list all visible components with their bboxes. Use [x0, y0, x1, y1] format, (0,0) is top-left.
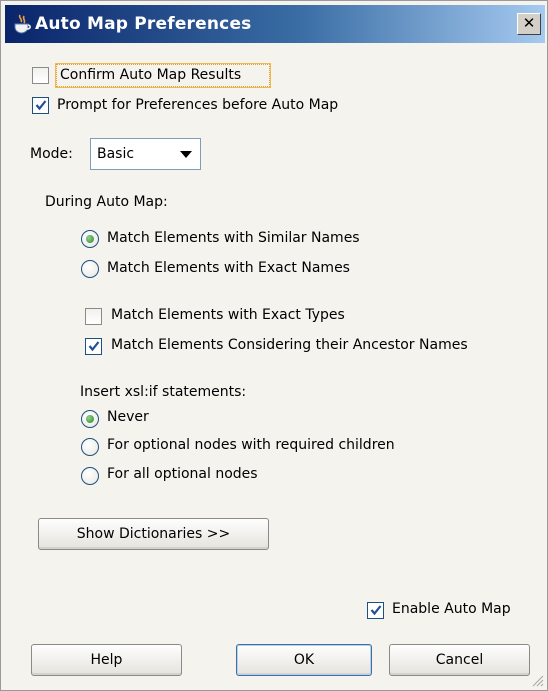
cancel-button[interactable]: Cancel	[389, 644, 530, 676]
radio-selected-dot	[86, 415, 94, 423]
checkmark-icon	[88, 341, 100, 352]
exact-names-label[interactable]: Match Elements with Exact Names	[107, 260, 350, 276]
exact-types-checkbox[interactable]	[85, 308, 102, 325]
xsl-if-heading: Insert xsl:if statements:	[80, 384, 247, 400]
show-dictionaries-button[interactable]: Show Dictionaries >>	[38, 518, 269, 550]
xsl-all-optional-radio[interactable]	[81, 467, 99, 485]
confirm-results-checkbox[interactable]	[32, 67, 49, 84]
help-button[interactable]: Help	[31, 644, 182, 676]
auto-map-preferences-dialog: Auto Map Preferences ✕ Confirm Auto Map …	[0, 0, 548, 691]
dialog-title: Auto Map Preferences	[35, 14, 252, 34]
mode-label: Mode:	[30, 146, 73, 162]
mode-select[interactable]: Basic	[90, 138, 201, 170]
ok-button[interactable]: OK	[236, 644, 372, 676]
xsl-optional-required-children-radio[interactable]	[81, 438, 99, 456]
similar-names-radio[interactable]	[81, 230, 99, 248]
close-button[interactable]: ✕	[517, 13, 541, 35]
exact-types-label[interactable]: Match Elements with Exact Types	[111, 307, 345, 323]
prompt-preferences-checkbox[interactable]	[32, 97, 49, 114]
confirm-results-label[interactable]: Confirm Auto Map Results	[60, 67, 241, 83]
similar-names-label[interactable]: Match Elements with Similar Names	[107, 230, 360, 246]
ancestor-names-label[interactable]: Match Elements Considering their Ancesto…	[111, 337, 468, 353]
enable-auto-map-label[interactable]: Enable Auto Map	[392, 601, 511, 617]
title-bar[interactable]: Auto Map Preferences ✕	[5, 5, 545, 43]
prompt-preferences-label[interactable]: Prompt for Preferences before Auto Map	[57, 97, 338, 113]
enable-auto-map-checkbox[interactable]	[367, 602, 384, 619]
checkmark-icon	[370, 605, 382, 616]
ancestor-names-checkbox[interactable]	[85, 338, 102, 355]
radio-selected-dot	[86, 235, 94, 243]
xsl-optional-required-children-label[interactable]: For optional nodes with required childre…	[107, 437, 395, 453]
close-icon: ✕	[522, 14, 536, 32]
exact-names-radio[interactable]	[81, 260, 99, 278]
mode-selected-value: Basic	[97, 146, 135, 162]
resize-grip-icon[interactable]	[530, 673, 544, 687]
xsl-never-label[interactable]: Never	[107, 409, 149, 425]
during-auto-map-heading: During Auto Map:	[45, 194, 168, 210]
chevron-down-icon	[180, 151, 192, 158]
checkmark-icon	[35, 100, 47, 111]
xsl-all-optional-label[interactable]: For all optional nodes	[107, 466, 258, 482]
java-cup-icon	[14, 14, 31, 34]
xsl-never-radio[interactable]	[81, 410, 99, 428]
